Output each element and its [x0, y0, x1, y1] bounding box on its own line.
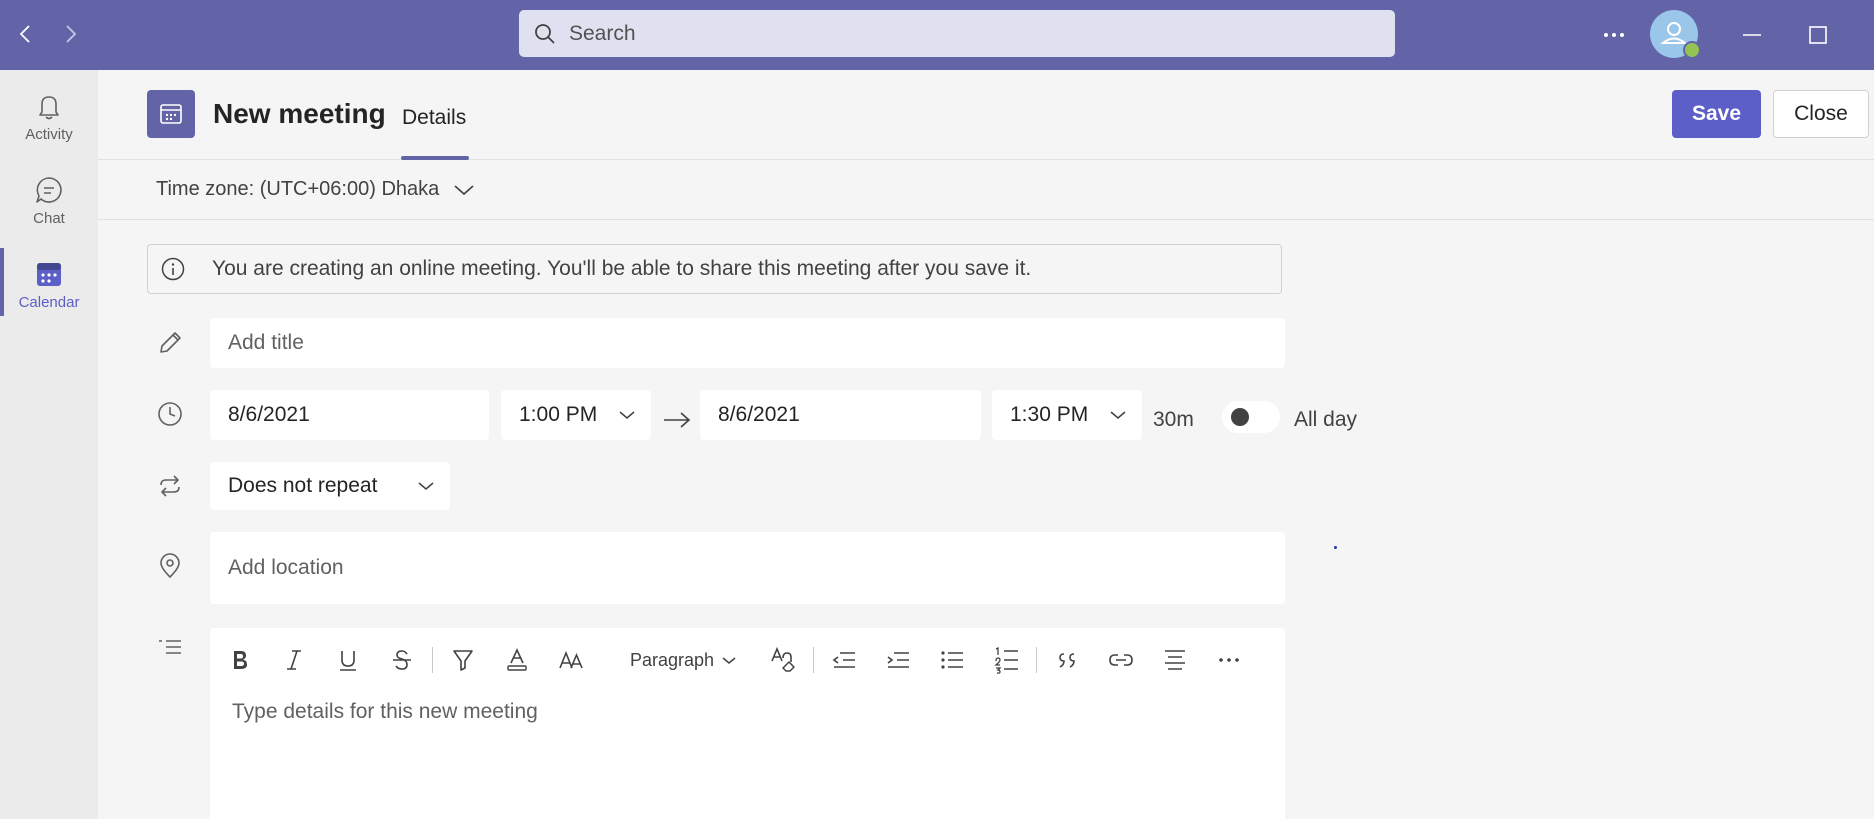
all-day-toggle[interactable] [1222, 401, 1280, 433]
pencil-icon [156, 329, 184, 357]
search-input[interactable]: Search [519, 10, 1395, 57]
back-icon[interactable] [14, 22, 38, 46]
chevron-down-icon [619, 411, 635, 419]
end-time-value: 1:30 PM [1010, 403, 1089, 426]
timezone-label: Time zone: (UTC+06:00) Dhaka [156, 178, 440, 200]
timezone-row: Time zone: (UTC+06:00) Dhaka [98, 160, 1874, 220]
start-time-dropdown[interactable]: 1:00 PM [501, 390, 651, 440]
arrow-right-icon [662, 410, 692, 430]
underline-icon[interactable] [330, 642, 366, 678]
rail-item-label: Activity [25, 126, 73, 143]
rail-item-chat[interactable]: Chat [0, 160, 98, 240]
more-options-icon[interactable] [1211, 642, 1247, 678]
minimize-icon[interactable] [1737, 20, 1767, 50]
end-date-input[interactable]: 8/6/2021 [700, 390, 981, 440]
start-date-input[interactable]: 8/6/2021 [210, 390, 489, 440]
chevron-down-icon [454, 184, 474, 195]
search-placeholder: Search [569, 21, 636, 45]
info-message: You are creating an online meeting. You'… [212, 257, 1032, 280]
location-placeholder: Add location [228, 556, 344, 579]
avatar-icon[interactable] [1650, 10, 1701, 59]
meeting-header: New meeting Details Save Close [98, 70, 1874, 160]
search-icon [533, 22, 557, 46]
bell-icon [33, 90, 65, 122]
details-placeholder[interactable]: Type details for this new meeting [232, 700, 538, 724]
toolbar-separator [813, 647, 814, 673]
end-time-dropdown[interactable]: 1:30 PM [992, 390, 1142, 440]
paragraph-dropdown[interactable]: Paragraph [630, 642, 736, 678]
calendar-icon [33, 258, 65, 290]
info-icon [160, 256, 186, 282]
tab-details[interactable]: Details [402, 106, 466, 130]
info-banner: You are creating an online meeting. You'… [147, 244, 1282, 294]
title-placeholder: Add title [228, 331, 304, 354]
toolbar-separator [1036, 647, 1037, 673]
chat-icon [33, 174, 65, 206]
chevron-down-icon [1110, 411, 1126, 419]
timezone-dropdown[interactable]: Time zone: (UTC+06:00) Dhaka [156, 178, 475, 201]
align-icon[interactable] [1157, 642, 1193, 678]
rail-item-activity[interactable]: Activity [0, 76, 98, 156]
font-color-icon[interactable] [499, 642, 535, 678]
location-input[interactable]: Add location [210, 532, 1285, 604]
chevron-down-icon [418, 482, 434, 490]
save-button[interactable]: Save [1672, 90, 1761, 138]
page-title: New meeting [213, 98, 386, 129]
all-day-label: All day [1294, 408, 1358, 431]
title-bar: Search [0, 0, 1874, 70]
calendar-badge-icon [147, 90, 195, 138]
bullet-list-icon[interactable] [934, 642, 970, 678]
meeting-form: New meeting Details Save Close Time zone… [98, 70, 1874, 819]
title-input[interactable]: Add title [210, 318, 1285, 368]
quote-icon[interactable] [1049, 642, 1085, 678]
close-button[interactable]: Close [1773, 90, 1869, 138]
status-badge [1683, 41, 1701, 59]
repeat-dropdown[interactable]: Does not repeat [210, 462, 450, 510]
toggle-knob [1231, 408, 1249, 426]
strikethrough-icon[interactable] [384, 642, 420, 678]
maximize-icon[interactable] [1803, 20, 1833, 50]
stray-dot [1334, 546, 1337, 549]
details-list-icon [156, 635, 184, 663]
increase-indent-icon[interactable] [880, 642, 916, 678]
rail-item-label: Chat [33, 210, 65, 227]
italic-icon[interactable] [276, 642, 312, 678]
repeat-icon [156, 472, 184, 500]
numbered-list-icon[interactable] [988, 642, 1024, 678]
forward-icon[interactable] [58, 22, 82, 46]
chevron-down-icon [722, 656, 736, 664]
details-editor: Paragraph Type details for this new meet… [210, 628, 1285, 819]
rail-item-calendar[interactable]: Calendar [0, 244, 98, 324]
link-icon[interactable] [1103, 642, 1139, 678]
font-size-icon[interactable] [553, 642, 589, 678]
rail-item-label: Calendar [18, 294, 80, 311]
highlight-icon[interactable] [445, 642, 481, 678]
bold-icon[interactable] [222, 642, 258, 678]
clear-format-icon[interactable] [765, 642, 801, 678]
duration-label: 30m [1153, 408, 1194, 431]
location-icon [156, 552, 184, 580]
paragraph-label: Paragraph [630, 649, 715, 670]
more-icon[interactable] [1596, 20, 1632, 50]
decrease-indent-icon[interactable] [826, 642, 862, 678]
end-date-value: 8/6/2021 [718, 403, 800, 426]
repeat-value: Does not repeat [228, 474, 378, 497]
start-time-value: 1:00 PM [519, 403, 598, 426]
app-rail: Activity Chat Calendar [0, 70, 98, 819]
start-date-value: 8/6/2021 [228, 403, 310, 426]
toolbar-separator [432, 647, 433, 673]
clock-icon [156, 400, 184, 428]
